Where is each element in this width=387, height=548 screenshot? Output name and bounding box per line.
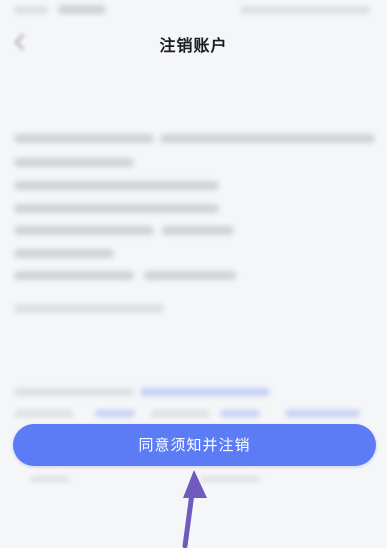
notice-line (144, 271, 236, 280)
status-icons-left (58, 5, 106, 14)
agreement-link[interactable] (220, 410, 260, 417)
status-time (14, 6, 48, 14)
notice-line (14, 271, 134, 280)
notice-line (14, 134, 154, 143)
notice-line (160, 134, 375, 143)
notice-line (14, 249, 114, 258)
screen: 注销账户 同意须知并注销 (0, 0, 387, 548)
notice-line (14, 158, 134, 167)
page-title: 注销账户 (159, 36, 228, 55)
notice-content (0, 66, 387, 417)
footer-line (30, 476, 70, 482)
nav-bar: 注销账户 (0, 20, 387, 66)
agreement-line (150, 410, 210, 417)
notice-line (14, 226, 154, 235)
agreement-line (14, 388, 134, 396)
notice-line (14, 304, 164, 313)
agreement-line (14, 410, 74, 417)
agreement-link[interactable] (95, 410, 135, 417)
notice-line (14, 181, 219, 190)
notice-line (14, 204, 219, 213)
agree-and-deactivate-button[interactable]: 同意须知并注销 (13, 424, 376, 466)
arrow-up-icon (182, 470, 207, 548)
notice-line (162, 226, 234, 235)
agreement-link[interactable] (285, 410, 360, 417)
agreement-link[interactable] (140, 388, 270, 396)
status-icons-right (240, 6, 370, 14)
status-bar (0, 0, 387, 20)
